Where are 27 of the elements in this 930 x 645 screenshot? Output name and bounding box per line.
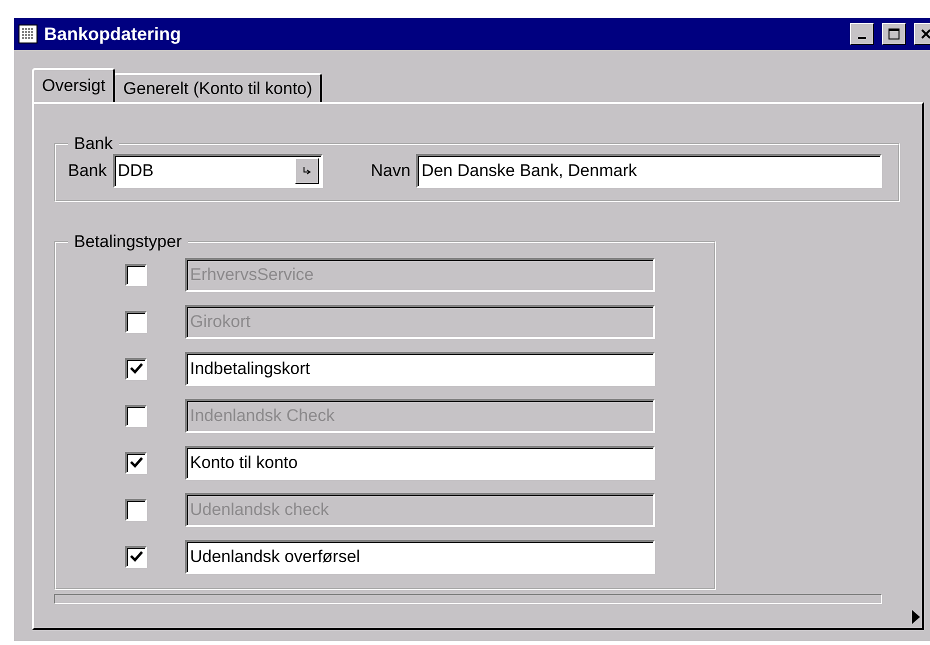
group-title: Betalingstyper — [73, 232, 183, 252]
field-label: Bank — [68, 161, 107, 181]
window-title: Bankopdatering — [44, 24, 182, 44]
group-title: Bank — [73, 134, 114, 154]
input-field[interactable]: Udenlandsk overførsel — [185, 540, 655, 574]
checkmark-icon — [129, 550, 143, 564]
tab[interactable]: Oversigt — [32, 68, 116, 102]
tab[interactable]: Generelt (Konto til konto) — [113, 73, 322, 102]
scroll-arrow-icon[interactable] — [912, 610, 920, 624]
input-field[interactable]: Konto til konto — [185, 446, 655, 480]
field-label: Navn — [370, 161, 410, 181]
maximize-button[interactable] — [882, 23, 906, 45]
lookup-arrow-icon — [302, 166, 312, 176]
form-icon — [18, 24, 38, 44]
checkbox[interactable] — [125, 358, 147, 380]
input-field[interactable]: Den Danske Bank, Denmark — [416, 154, 882, 188]
checkbox[interactable] — [125, 452, 147, 474]
checkmark-icon — [129, 362, 143, 376]
minimize-button[interactable] — [850, 23, 874, 45]
maximize-icon — [888, 28, 900, 40]
checkbox[interactable] — [125, 546, 147, 568]
input-field[interactable]: Indbetalingskort — [185, 352, 655, 386]
close-icon — [920, 28, 930, 40]
minimize-icon — [858, 37, 866, 39]
lookup-button[interactable] — [294, 158, 319, 184]
bank-combo[interactable]: DDB — [112, 154, 323, 188]
checkmark-icon — [129, 456, 143, 470]
